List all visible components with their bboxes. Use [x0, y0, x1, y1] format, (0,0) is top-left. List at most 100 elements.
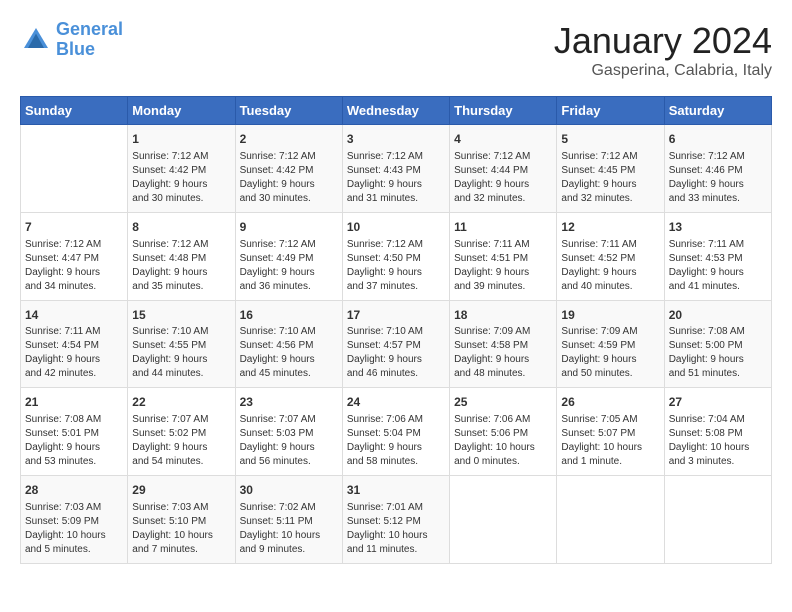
day-number: 14: [25, 307, 123, 324]
cell-content: Sunrise: 7:02 AM Sunset: 5:11 PM Dayligh…: [240, 501, 338, 557]
cell-content: Sunrise: 7:09 AM Sunset: 4:58 PM Dayligh…: [454, 325, 552, 381]
day-number: 24: [347, 394, 445, 411]
header-cell-monday: Monday: [128, 97, 235, 125]
cell-content: Sunrise: 7:04 AM Sunset: 5:08 PM Dayligh…: [669, 413, 767, 469]
day-number: 16: [240, 307, 338, 324]
header-cell-wednesday: Wednesday: [342, 97, 449, 125]
calendar-cell: 10 Sunrise: 7:12 AM Sunset: 4:50 PM Dayli…: [342, 212, 449, 300]
day-number: 2: [240, 131, 338, 148]
cell-content: Sunrise: 7:11 AM Sunset: 4:54 PM Dayligh…: [25, 325, 123, 381]
page-header: General Blue January 2024 Gasperina, Cal…: [20, 20, 772, 80]
cell-content: Sunrise: 7:03 AM Sunset: 5:10 PM Dayligh…: [132, 501, 230, 557]
day-number: 13: [669, 219, 767, 236]
cell-content: Sunrise: 7:09 AM Sunset: 4:59 PM Dayligh…: [561, 325, 659, 381]
calendar-cell: 31 Sunrise: 7:01 AM Sunset: 5:12 PM Dayli…: [342, 476, 449, 564]
cell-content: Sunrise: 7:12 AM Sunset: 4:50 PM Dayligh…: [347, 238, 445, 294]
calendar-cell: 6Sunrise: 7:12 AM Sunset: 4:46 PM Daylig…: [664, 125, 771, 213]
calendar-cell: 20Sunrise: 7:08 AM Sunset: 5:00 PM Dayli…: [664, 300, 771, 388]
calendar-cell: 30Sunrise: 7:02 AM Sunset: 5:11 PM Dayli…: [235, 476, 342, 564]
day-number: 18: [454, 307, 552, 324]
cell-content: Sunrise: 7:01 AM Sunset: 5:12 PM Dayligh…: [347, 501, 445, 557]
day-number: 4: [454, 131, 552, 148]
cell-content: Sunrise: 7:07 AM Sunset: 5:03 PM Dayligh…: [240, 413, 338, 469]
week-row-5: 28Sunrise: 7:03 AM Sunset: 5:09 PM Dayli…: [21, 476, 772, 564]
calendar-cell: [21, 125, 128, 213]
title-area: January 2024 Gasperina, Calabria, Italy: [554, 20, 772, 80]
calendar-cell: 12 Sunrise: 7:11 AM Sunset: 4:52 PM Dayli…: [557, 212, 664, 300]
day-number: 22: [132, 394, 230, 411]
calendar-cell: 3 Sunrise: 7:12 AM Sunset: 4:43 PM Daylig…: [342, 125, 449, 213]
header-cell-friday: Friday: [557, 97, 664, 125]
logo-text: General Blue: [56, 20, 123, 60]
day-number: 27: [669, 394, 767, 411]
day-number: 9: [240, 219, 338, 236]
cell-content: Sunrise: 7:12 AM Sunset: 4:42 PM Dayligh…: [240, 150, 338, 206]
header-cell-saturday: Saturday: [664, 97, 771, 125]
calendar-cell: 7Sunrise: 7:12 AM Sunset: 4:47 PM Daylig…: [21, 212, 128, 300]
day-number: 11: [454, 219, 552, 236]
calendar-cell: 22 Sunrise: 7:07 AM Sunset: 5:02 PM Dayli…: [128, 388, 235, 476]
week-row-1: 1 Sunrise: 7:12 AM Sunset: 4:42 PM Daylig…: [21, 125, 772, 213]
logo: General Blue: [20, 20, 123, 60]
day-number: 17: [347, 307, 445, 324]
day-number: 10: [347, 219, 445, 236]
day-number: 6: [669, 131, 767, 148]
cell-content: Sunrise: 7:12 AM Sunset: 4:42 PM Dayligh…: [132, 150, 230, 206]
day-number: 1: [132, 131, 230, 148]
calendar-cell: 25 Sunrise: 7:06 AM Sunset: 5:06 PM Dayli…: [450, 388, 557, 476]
week-row-3: 14Sunrise: 7:11 AM Sunset: 4:54 PM Dayli…: [21, 300, 772, 388]
day-number: 20: [669, 307, 767, 324]
calendar-cell: 11 Sunrise: 7:11 AM Sunset: 4:51 PM Dayli…: [450, 212, 557, 300]
day-number: 29: [132, 482, 230, 499]
day-number: 12: [561, 219, 659, 236]
cell-content: Sunrise: 7:05 AM Sunset: 5:07 PM Dayligh…: [561, 413, 659, 469]
day-number: 23: [240, 394, 338, 411]
day-number: 25: [454, 394, 552, 411]
calendar-cell: 19Sunrise: 7:09 AM Sunset: 4:59 PM Dayli…: [557, 300, 664, 388]
header-row: SundayMondayTuesdayWednesdayThursdayFrid…: [21, 97, 772, 125]
calendar-cell: 26 Sunrise: 7:05 AM Sunset: 5:07 PM Dayli…: [557, 388, 664, 476]
calendar-cell: 29 Sunrise: 7:03 AM Sunset: 5:10 PM Dayli…: [128, 476, 235, 564]
cell-content: Sunrise: 7:12 AM Sunset: 4:43 PM Dayligh…: [347, 150, 445, 206]
cell-content: Sunrise: 7:12 AM Sunset: 4:47 PM Dayligh…: [25, 238, 123, 294]
cell-content: Sunrise: 7:07 AM Sunset: 5:02 PM Dayligh…: [132, 413, 230, 469]
calendar-body: 1 Sunrise: 7:12 AM Sunset: 4:42 PM Daylig…: [21, 125, 772, 564]
cell-content: Sunrise: 7:10 AM Sunset: 4:55 PM Dayligh…: [132, 325, 230, 381]
calendar-cell: 9 Sunrise: 7:12 AM Sunset: 4:49 PM Daylig…: [235, 212, 342, 300]
calendar-cell: 23 Sunrise: 7:07 AM Sunset: 5:03 PM Dayli…: [235, 388, 342, 476]
calendar-cell: 21Sunrise: 7:08 AM Sunset: 5:01 PM Dayli…: [21, 388, 128, 476]
calendar-cell: 17Sunrise: 7:10 AM Sunset: 4:57 PM Dayli…: [342, 300, 449, 388]
day-number: 19: [561, 307, 659, 324]
cell-content: Sunrise: 7:11 AM Sunset: 4:52 PM Dayligh…: [561, 238, 659, 294]
cell-content: Sunrise: 7:11 AM Sunset: 4:51 PM Dayligh…: [454, 238, 552, 294]
calendar-cell: 5Sunrise: 7:12 AM Sunset: 4:45 PM Daylig…: [557, 125, 664, 213]
logo-icon: [20, 24, 52, 56]
day-number: 26: [561, 394, 659, 411]
cell-content: Sunrise: 7:06 AM Sunset: 5:06 PM Dayligh…: [454, 413, 552, 469]
cell-content: Sunrise: 7:11 AM Sunset: 4:53 PM Dayligh…: [669, 238, 767, 294]
day-number: 8: [132, 219, 230, 236]
calendar-cell: 18Sunrise: 7:09 AM Sunset: 4:58 PM Dayli…: [450, 300, 557, 388]
calendar-header: SundayMondayTuesdayWednesdayThursdayFrid…: [21, 97, 772, 125]
cell-content: Sunrise: 7:12 AM Sunset: 4:45 PM Dayligh…: [561, 150, 659, 206]
calendar-cell: 13 Sunrise: 7:11 AM Sunset: 4:53 PM Dayli…: [664, 212, 771, 300]
cell-content: Sunrise: 7:03 AM Sunset: 5:09 PM Dayligh…: [25, 501, 123, 557]
calendar-cell: 15Sunrise: 7:10 AM Sunset: 4:55 PM Dayli…: [128, 300, 235, 388]
cell-content: Sunrise: 7:12 AM Sunset: 4:44 PM Dayligh…: [454, 150, 552, 206]
calendar-cell: 1 Sunrise: 7:12 AM Sunset: 4:42 PM Daylig…: [128, 125, 235, 213]
cell-content: Sunrise: 7:12 AM Sunset: 4:49 PM Dayligh…: [240, 238, 338, 294]
header-cell-tuesday: Tuesday: [235, 97, 342, 125]
week-row-4: 21Sunrise: 7:08 AM Sunset: 5:01 PM Dayli…: [21, 388, 772, 476]
calendar-cell: 8Sunrise: 7:12 AM Sunset: 4:48 PM Daylig…: [128, 212, 235, 300]
day-number: 21: [25, 394, 123, 411]
calendar-cell: 14Sunrise: 7:11 AM Sunset: 4:54 PM Dayli…: [21, 300, 128, 388]
cell-content: Sunrise: 7:06 AM Sunset: 5:04 PM Dayligh…: [347, 413, 445, 469]
day-number: 15: [132, 307, 230, 324]
header-cell-thursday: Thursday: [450, 97, 557, 125]
cell-content: Sunrise: 7:10 AM Sunset: 4:57 PM Dayligh…: [347, 325, 445, 381]
calendar-cell: [664, 476, 771, 564]
cell-content: Sunrise: 7:08 AM Sunset: 5:00 PM Dayligh…: [669, 325, 767, 381]
day-number: 3: [347, 131, 445, 148]
day-number: 31: [347, 482, 445, 499]
calendar-cell: 27 Sunrise: 7:04 AM Sunset: 5:08 PM Dayli…: [664, 388, 771, 476]
